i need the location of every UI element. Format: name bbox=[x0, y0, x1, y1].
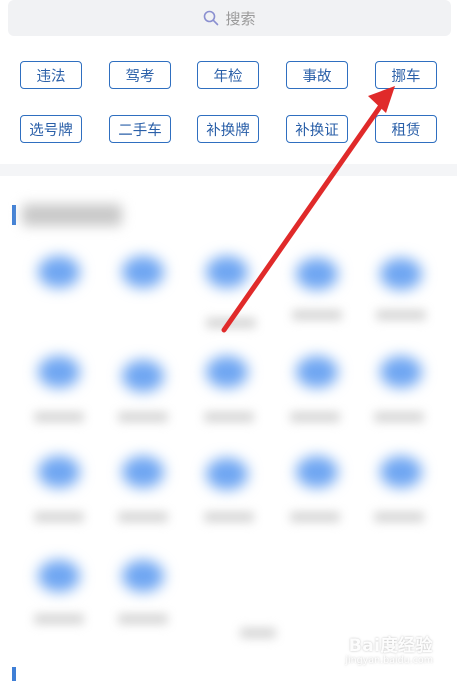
blurred-service-icon bbox=[38, 560, 80, 592]
section-divider bbox=[0, 164, 457, 176]
search-placeholder: 搜索 bbox=[225, 9, 256, 28]
tag-accident[interactable]: 事故 bbox=[286, 61, 348, 89]
watermark-logo: Bai度经验 bbox=[348, 635, 433, 656]
blurred-service-label bbox=[118, 512, 168, 522]
tag-move-car[interactable]: 挪车 bbox=[375, 61, 437, 89]
blurred-service-label bbox=[240, 628, 276, 638]
blurred-service-icon bbox=[122, 560, 164, 592]
blurred-service-icon bbox=[122, 256, 164, 288]
blurred-service-icon bbox=[296, 356, 338, 388]
blurred-service-icon bbox=[296, 456, 338, 488]
tag-replace-plate[interactable]: 补换牌 bbox=[197, 115, 259, 143]
blurred-service-label bbox=[34, 412, 84, 422]
blurred-service-icon bbox=[38, 456, 80, 488]
blurred-service-label bbox=[118, 614, 168, 624]
top-section: 搜索 违法 驾考 年检 事故 挪车 选号牌 二手车 补换牌 补换证 租赁 bbox=[0, 0, 457, 164]
tag-replace-license[interactable]: 补换证 bbox=[286, 115, 348, 143]
blurred-service-label bbox=[290, 512, 340, 522]
blurred-service-icon bbox=[296, 258, 338, 290]
search-bar[interactable]: 搜索 bbox=[8, 0, 451, 36]
blurred-service-icon bbox=[206, 256, 248, 288]
tag-used-car[interactable]: 二手车 bbox=[109, 115, 171, 143]
search-icon bbox=[204, 10, 219, 26]
blurred-service-icon bbox=[380, 258, 422, 290]
blurred-service-icon bbox=[122, 360, 164, 392]
blurred-service-label bbox=[374, 412, 424, 422]
blurred-service-label bbox=[292, 310, 342, 320]
blurred-service-icon bbox=[122, 456, 164, 488]
tag-violation[interactable]: 违法 bbox=[20, 61, 82, 89]
blurred-service-label bbox=[204, 412, 254, 422]
tag-annual-inspection[interactable]: 年检 bbox=[197, 61, 259, 89]
blurred-service-label bbox=[376, 310, 426, 320]
blurred-service-icon bbox=[38, 356, 80, 388]
blurred-service-label bbox=[204, 512, 254, 522]
blurred-service-label bbox=[206, 318, 256, 328]
blurred-service-label bbox=[34, 512, 84, 522]
section-accent-bar bbox=[12, 205, 16, 225]
blurred-service-icon bbox=[380, 356, 422, 388]
tag-driving-test[interactable]: 驾考 bbox=[109, 61, 171, 89]
watermark: Bai度经验 jingyan.baidu.com bbox=[345, 635, 433, 667]
blurred-service-icon bbox=[206, 356, 248, 388]
next-section-accent-bar bbox=[12, 667, 16, 681]
blurred-service-label bbox=[374, 512, 424, 522]
tag-select-plate[interactable]: 选号牌 bbox=[20, 115, 82, 143]
blurred-service-icon bbox=[38, 256, 80, 288]
blurred-service-label bbox=[34, 614, 84, 624]
watermark-url: jingyan.baidu.com bbox=[345, 655, 433, 667]
blurred-service-icon bbox=[206, 458, 248, 490]
blurred-service-label bbox=[118, 412, 168, 422]
tag-rental[interactable]: 租赁 bbox=[375, 115, 437, 143]
blurred-service-label bbox=[290, 412, 340, 422]
blurred-section-title bbox=[22, 204, 122, 226]
blurred-service-icon bbox=[380, 456, 422, 488]
blurred-service-grid bbox=[0, 176, 457, 681]
